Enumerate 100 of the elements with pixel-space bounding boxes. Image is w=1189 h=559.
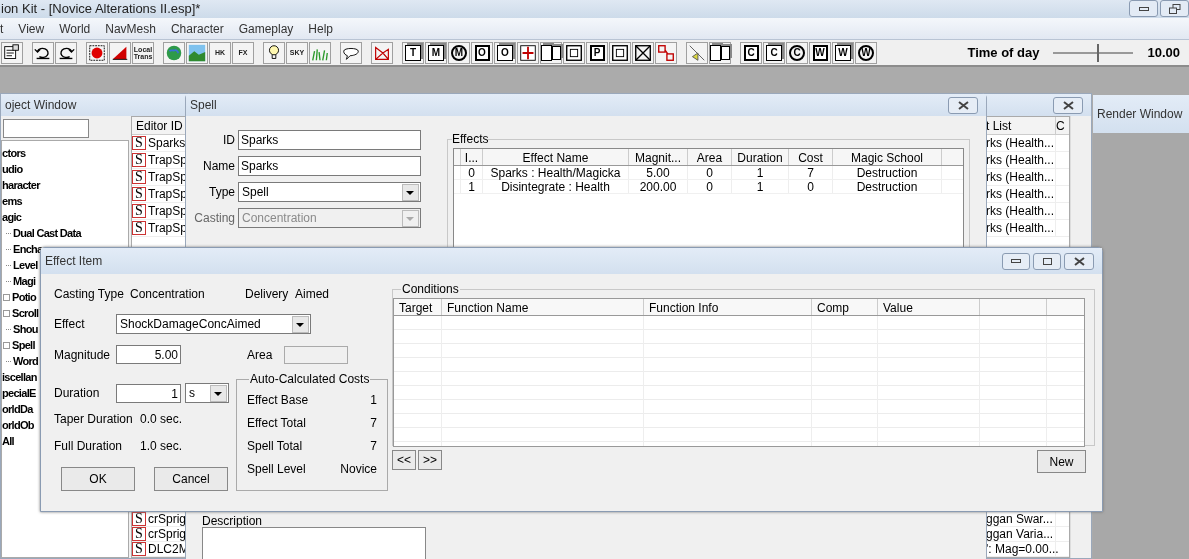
list-cell: crSprig xyxy=(148,527,186,541)
toolbar-button[interactable] xyxy=(32,41,54,64)
window-title: Spell xyxy=(190,97,217,114)
tree-item[interactable]: Shou xyxy=(13,320,38,338)
close-button[interactable] xyxy=(948,96,978,114)
menu-item[interactable]: Character xyxy=(170,19,224,38)
filter-field[interactable] xyxy=(3,118,89,138)
unit-select[interactable]: s xyxy=(185,383,229,403)
column-header[interactable]: Target xyxy=(394,299,442,315)
tree-item[interactable]: udio xyxy=(2,160,23,178)
field-label: Type xyxy=(208,184,235,201)
menu-item[interactable]: t xyxy=(0,19,4,38)
spell-record-icon: S xyxy=(132,221,146,235)
column-header[interactable]: Function Info xyxy=(644,299,812,315)
column-header[interactable]: Duration xyxy=(732,149,789,165)
field-value: Concentration xyxy=(130,286,206,303)
tree-item[interactable]: Spell xyxy=(12,336,35,354)
spell-record-icon: S xyxy=(132,170,146,184)
table-cell: 1 xyxy=(732,166,789,179)
toolbar-button[interactable] xyxy=(609,41,631,64)
table-cell: 0 xyxy=(461,166,483,179)
tree-item[interactable]: orldOb xyxy=(2,416,34,434)
toolbar-button[interactable] xyxy=(563,41,585,64)
expand-box-icon[interactable] xyxy=(3,341,10,349)
tree-item[interactable]: agic xyxy=(2,208,22,226)
tree-item[interactable]: Scroll xyxy=(12,304,39,322)
description-label: Description xyxy=(202,515,264,527)
column-header[interactable]: Comp xyxy=(812,299,878,315)
effect-select[interactable]: ShockDamageConcAimed xyxy=(116,314,311,334)
tree-item[interactable]: orldDa xyxy=(2,400,33,418)
tree-item[interactable]: Level xyxy=(13,256,38,274)
select-field[interactable]: Spell xyxy=(238,182,421,202)
tree-item[interactable]: Magi xyxy=(13,272,36,290)
time-slider-thumb[interactable] xyxy=(1097,43,1100,62)
close-button[interactable] xyxy=(1064,252,1094,270)
column-header[interactable]: Magnit... xyxy=(629,149,688,165)
field-label: ID xyxy=(222,132,235,149)
cost-label: Spell Level xyxy=(247,460,306,478)
column-header[interactable]: Magic School xyxy=(833,149,942,165)
tree-item[interactable]: ems xyxy=(2,192,22,210)
restore-button[interactable] xyxy=(1160,0,1189,17)
toolbar-button[interactable] xyxy=(86,41,108,64)
nav-button[interactable]: >> xyxy=(418,450,442,470)
column-header[interactable]: C xyxy=(1056,117,1069,134)
expand-box-icon[interactable] xyxy=(3,309,10,317)
menu-item[interactable]: View xyxy=(18,19,45,38)
spell-record-icon: S xyxy=(132,527,146,541)
menu-item[interactable]: NavMesh xyxy=(105,19,156,38)
list-cell-text: ': Mag=0.00... xyxy=(986,541,1059,558)
table-cell: 0 xyxy=(688,180,732,193)
list-cell: crSprig xyxy=(148,512,186,526)
toolbar-button[interactable] xyxy=(540,41,562,64)
tree-item[interactable]: All xyxy=(2,432,14,450)
column-header[interactable]: Value xyxy=(878,299,980,315)
column-header[interactable]: Area xyxy=(688,149,732,165)
toolbar-button[interactable] xyxy=(340,41,362,64)
menu-item[interactable]: Help xyxy=(308,19,334,38)
toolbar-button[interactable] xyxy=(55,41,77,64)
spell-record-icon: S xyxy=(132,542,146,556)
field-label: Delivery xyxy=(245,286,290,303)
dialog-button[interactable]: OK xyxy=(61,467,135,491)
toolbar-button[interactable] xyxy=(709,41,731,64)
tree-item[interactable]: Potio xyxy=(12,288,36,306)
toolbar-button[interactable] xyxy=(1,41,23,64)
toolbar-button[interactable] xyxy=(263,41,285,64)
toolbar-button[interactable] xyxy=(109,41,131,64)
column-header[interactable]: I... xyxy=(461,149,483,165)
tree-item[interactable]: Dual Cast Data xyxy=(13,224,81,242)
restore-icon xyxy=(1168,3,1181,14)
magnitude-field[interactable]: 5.00 xyxy=(116,345,181,364)
close-icon xyxy=(957,100,969,110)
tree-item[interactable]: haracter xyxy=(2,176,40,194)
time-of-day-label: Time of day xyxy=(967,43,1040,62)
column-header[interactable]: Function Name xyxy=(442,299,644,315)
tree-item[interactable]: Word xyxy=(13,352,39,370)
tree-item[interactable]: iscellan xyxy=(2,368,37,386)
duration-field[interactable]: 1 xyxy=(116,383,181,403)
minimize-button[interactable] xyxy=(1129,0,1158,17)
table-cell: 7 xyxy=(789,166,833,179)
close-button[interactable] xyxy=(1053,96,1083,114)
expand-box-icon[interactable] xyxy=(3,293,10,301)
tree-item[interactable]: pecialE xyxy=(2,384,36,402)
text-field[interactable]: Sparks xyxy=(238,130,421,150)
toolbar-button[interactable] xyxy=(632,41,654,64)
text-field[interactable]: Sparks xyxy=(238,156,421,176)
menu-item[interactable]: Gameplay xyxy=(238,19,294,38)
description-field[interactable] xyxy=(202,527,426,559)
nav-button[interactable]: << xyxy=(392,450,416,470)
minimize-button[interactable] xyxy=(1002,252,1030,270)
column-header[interactable]: Effect Name xyxy=(483,149,629,165)
cost-label: Spell Total xyxy=(247,437,303,455)
field-label: Effect xyxy=(54,316,86,333)
menu-item[interactable]: World xyxy=(59,19,91,38)
new-button[interactable]: New xyxy=(1037,450,1086,473)
tree-item[interactable]: ctors xyxy=(2,144,26,162)
toolbar-button[interactable] xyxy=(517,41,539,64)
dialog-button[interactable]: Cancel xyxy=(154,467,228,491)
list-cell: TrapSp xyxy=(148,220,187,236)
maximize-button[interactable] xyxy=(1033,252,1061,270)
column-header[interactable]: Cost xyxy=(789,149,833,165)
